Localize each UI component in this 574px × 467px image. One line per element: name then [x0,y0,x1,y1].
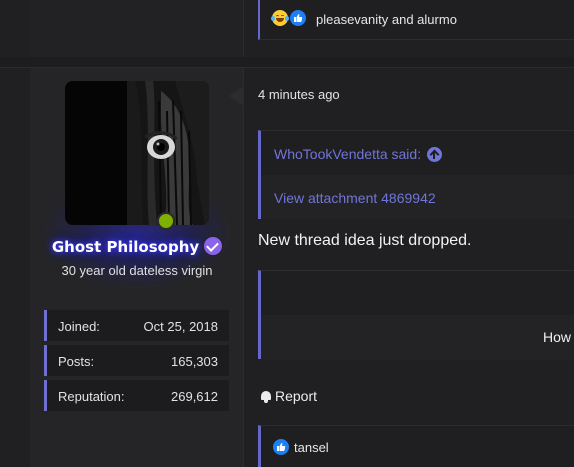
post-timestamp[interactable]: 4 minutes ago [258,87,340,102]
stat-value: 269,612 [171,389,218,404]
previous-post-user-column [30,0,244,57]
post-pointer-arrow [229,86,244,106]
user-title: 30 year old dateless virgin [61,263,213,278]
embed-body: How [261,315,574,360]
stat-value: 165,303 [171,354,218,369]
post-reactions-bar[interactable]: tansel [258,425,574,467]
stat-label: Reputation: [58,389,125,404]
username[interactable]: Ghost Philosophy [30,237,244,256]
embed-text: How [543,329,572,345]
reaction-names[interactable]: pleasevanity and alurmo [316,12,457,27]
stat-joined: Joined: Oct 25, 2018 [44,310,229,341]
user-info-column: Ghost Philosophy 30 year old dateless vi… [30,68,244,467]
reaction-names[interactable]: tansel [294,440,329,455]
quote-author[interactable]: WhoTookVendetta said: [274,146,443,162]
post-content: 4 minutes ago WhoTookVendetta said: View… [244,68,574,467]
report-button[interactable]: Report [260,388,317,404]
quote-body: View attachment 4869942 [261,175,574,219]
thumbs-up-icon [273,439,289,455]
laughing-emoji-icon [271,10,289,26]
stat-label: Posts: [58,354,95,369]
attachment-link[interactable]: View attachment 4869942 [274,190,436,206]
reaction-icons [271,10,306,26]
reaction-icons [273,439,289,455]
post-message: New thread idea just dropped. [258,232,472,249]
username-text[interactable]: Ghost Philosophy [52,238,199,256]
verified-badge-icon [204,237,223,255]
quote-block: WhoTookVendetta said: View attachment 48… [258,130,574,219]
avatar[interactable] [65,81,209,225]
stat-posts: Posts: 165,303 [44,345,229,376]
stat-reputation: Reputation: 269,612 [44,380,229,411]
thumbs-up-icon [290,10,306,26]
stat-label: Joined: [58,319,100,334]
previous-post-reactions-bar[interactable]: pleasevanity and alurmo [258,0,574,40]
quote-header: WhoTookVendetta said: [261,131,574,175]
report-label[interactable]: Report [275,388,317,404]
go-to-quote-icon[interactable] [427,147,443,162]
forum-post: Ghost Philosophy 30 year old dateless vi… [0,67,574,467]
stat-value: Oct 25, 2018 [143,319,218,334]
online-status-indicator [157,212,175,230]
previous-post: pleasevanity and alurmo [0,0,574,57]
bell-icon [260,390,272,403]
quote-author-text[interactable]: WhoTookVendetta said: [274,146,421,162]
embed-block: How [258,270,574,360]
